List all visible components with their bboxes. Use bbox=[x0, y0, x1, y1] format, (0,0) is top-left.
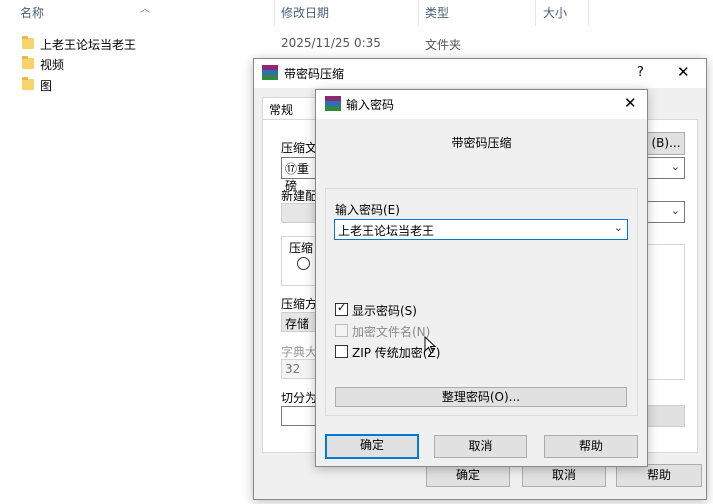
password-input[interactable]: 上老王论坛当老王 ⌄ bbox=[334, 219, 628, 240]
winrar-icon bbox=[325, 96, 341, 112]
show-password-checkbox[interactable]: ✓ 显示密码(S) bbox=[335, 301, 535, 318]
tab-general-label: 常规 bbox=[269, 103, 294, 117]
format-group-label: 压缩 bbox=[289, 241, 314, 255]
organize-passwords-button[interactable]: 整理密码(O)... bbox=[335, 387, 627, 407]
file-date: 2025/11/25 0:35 bbox=[281, 36, 381, 50]
close-icon[interactable]: ✕ bbox=[677, 63, 690, 81]
cancel-button[interactable]: 取消 bbox=[434, 435, 527, 458]
dictionary-select: 32 bbox=[281, 359, 319, 379]
password-dialog-titlebar[interactable]: 输入密码 ✕ bbox=[316, 90, 647, 119]
split-label: 切分为 bbox=[281, 391, 318, 405]
sort-up-icon: ︿ bbox=[140, 4, 150, 15]
set-password-button[interactable] bbox=[647, 405, 685, 427]
new-config-label: 新建配 bbox=[281, 189, 318, 203]
cancel-button[interactable]: 取消 bbox=[522, 464, 606, 487]
chevron-down-icon: ⌄ bbox=[670, 160, 680, 173]
checkbox-box bbox=[335, 345, 348, 358]
method-select[interactable]: 存储 bbox=[281, 312, 319, 332]
column-name-header[interactable]: 名称 bbox=[20, 0, 44, 26]
column-date-header[interactable]: 修改日期 bbox=[281, 0, 329, 26]
column-divider[interactable] bbox=[588, 0, 589, 26]
enter-password-label: 输入密码(E) bbox=[335, 203, 400, 217]
password-dialog-title: 输入密码 bbox=[346, 98, 395, 112]
password-value: 上老王论坛当老王 bbox=[338, 224, 435, 238]
folder-icon bbox=[22, 56, 34, 69]
chevron-down-icon: ⌄ bbox=[670, 204, 680, 217]
file-name: 图 bbox=[40, 79, 53, 93]
folder-icon bbox=[22, 77, 34, 90]
update-mode-dropdown[interactable]: ⌄ bbox=[647, 201, 685, 223]
column-divider[interactable] bbox=[418, 0, 419, 26]
tab-general[interactable]: 常规 bbox=[262, 97, 320, 120]
winrar-icon bbox=[262, 65, 278, 81]
archive-dialog-titlebar[interactable]: 带密码压缩 ? ✕ bbox=[254, 59, 706, 88]
column-type-header[interactable]: 类型 bbox=[425, 0, 449, 26]
format-group: 压缩 bbox=[281, 236, 319, 286]
column-size-header[interactable]: 大小 bbox=[543, 0, 567, 26]
help-icon[interactable]: ? bbox=[637, 65, 644, 80]
mouse-cursor-icon bbox=[424, 336, 437, 354]
checkbox-box: ✓ bbox=[335, 301, 348, 316]
dialog-heading: 带密码压缩 bbox=[451, 136, 512, 150]
file-name: 视频 bbox=[40, 58, 65, 72]
check-icon: ✓ bbox=[337, 301, 347, 314]
column-divider[interactable] bbox=[535, 0, 536, 26]
checkbox-box bbox=[335, 324, 348, 337]
dictionary-value: 32 bbox=[285, 362, 301, 376]
encrypt-filenames-label: 加密文件名(N) bbox=[352, 325, 431, 339]
ok-button[interactable]: 确定 bbox=[325, 434, 419, 459]
options-group bbox=[647, 244, 685, 380]
archive-name-label: 压缩文 bbox=[281, 141, 318, 155]
method-value: 存储 bbox=[285, 317, 310, 331]
chevron-down-icon[interactable]: ⌄ bbox=[614, 221, 623, 234]
archive-name-dropdown[interactable]: ⌄ bbox=[647, 157, 685, 179]
file-name: 上老王论坛当老王 bbox=[40, 38, 137, 52]
split-field[interactable] bbox=[281, 406, 319, 426]
archive-dialog-title: 带密码压缩 bbox=[284, 67, 345, 81]
column-divider[interactable] bbox=[274, 0, 275, 26]
file-type: 文件夹 bbox=[425, 38, 462, 52]
show-password-label: 显示密码(S) bbox=[352, 304, 417, 318]
dictionary-label: 字典大 bbox=[281, 345, 318, 359]
archive-name-field[interactable]: ⑰重磅 bbox=[281, 157, 319, 193]
config-select[interactable] bbox=[281, 203, 319, 223]
folder-icon bbox=[22, 36, 34, 49]
browse-button[interactable]: (B)... bbox=[647, 132, 685, 155]
close-icon[interactable]: ✕ bbox=[624, 94, 637, 112]
password-dialog: 输入密码 ✕ 带密码压缩 输入密码(E) 上老王论坛当老王 ⌄ ✓ 显示密码(S… bbox=[315, 89, 648, 467]
list-item[interactable]: 上老王论坛当老王 2025/11/25 0:35 文件夹 bbox=[0, 34, 600, 54]
ok-button[interactable]: 确定 bbox=[426, 464, 510, 487]
help-button[interactable]: 帮助 bbox=[616, 464, 702, 487]
method-label: 压缩方 bbox=[281, 297, 318, 311]
format-radio[interactable] bbox=[297, 257, 310, 270]
help-button[interactable]: 帮助 bbox=[544, 435, 638, 458]
